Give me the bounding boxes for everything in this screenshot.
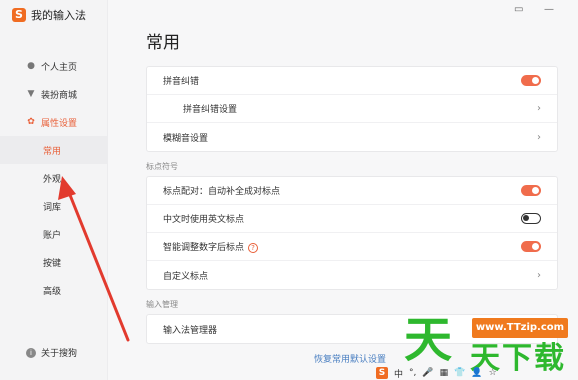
page-title: 常用 [146, 33, 180, 53]
person-icon: ● [27, 61, 35, 71]
setting-row-english-punctuation: 中文时使用英文标点 [147, 205, 557, 233]
chevron-right-icon: › [537, 103, 541, 114]
smart-number-punctuation-toggle[interactable] [521, 241, 541, 252]
section-label-punctuation: 标点符号 [146, 162, 178, 171]
setting-row-fuzzy-pinyin[interactable]: 模糊音设置 › [147, 123, 557, 151]
app-title: 我的输入法 [31, 9, 86, 22]
minimize-icon[interactable]: — [544, 4, 554, 15]
microphone-icon[interactable]: 🎤 [422, 368, 433, 378]
setting-row-smart-number-punctuation: 智能调整数字后标点? [147, 233, 557, 261]
ime-status-bar: S 中 °, 🎤 ▦ 👕 👤 ☆ [376, 366, 497, 380]
sidebar: S 我的输入法 ● 个人主页 ▼ 装扮商城 ✿ 属性设置 常用 外观 词库 账户… [0, 0, 108, 380]
punctuation-settings-card: 标点配对：自动补全成对标点 中文时使用英文标点 智能调整数字后标点? 自定义标点… [146, 176, 558, 290]
section-label-input-management: 输入管理 [146, 300, 178, 309]
auto-pair-punctuation-toggle[interactable] [521, 185, 541, 196]
chinese-mode-icon[interactable]: 中 [394, 367, 403, 380]
sidebar-nav: ● 个人主页 ▼ 装扮商城 ✿ 属性设置 常用 外观 词库 账户 按键 高级 [0, 52, 108, 304]
star-icon[interactable]: ☆ [489, 368, 497, 378]
sidebar-item-label: 属性设置 [41, 118, 78, 129]
english-punctuation-toggle[interactable] [521, 213, 541, 224]
user-icon[interactable]: 👤 [471, 368, 482, 378]
chevron-right-icon: › [537, 131, 541, 143]
setting-label: 模糊音设置 [163, 133, 209, 144]
setting-label: 自定义标点 [163, 271, 209, 282]
sidebar-sub-advanced[interactable]: 高级 [0, 276, 108, 304]
sidebar-sub-dictionary[interactable]: 词库 [0, 192, 108, 220]
help-icon[interactable]: ? [248, 243, 259, 253]
setting-label: 中文时使用英文标点 [163, 215, 245, 225]
setting-label-wrap: 智能调整数字后标点? [163, 240, 259, 253]
chevron-right-icon: › [537, 269, 541, 281]
ime-logo-icon[interactable]: S [376, 367, 388, 379]
sidebar-sub-appearance[interactable]: 外观 [0, 164, 108, 192]
setting-label: 标点配对：自动补全成对标点 [163, 187, 281, 197]
setting-label: 拼音纠错设置 [183, 105, 238, 115]
sidebar-item-profile[interactable]: ● 个人主页 [0, 52, 108, 80]
about-link[interactable]: i 关于搜狗 [26, 346, 77, 359]
setting-row-pinyin-correction-settings[interactable]: 拼音纠错设置 › [147, 95, 557, 123]
info-icon: i [26, 347, 36, 358]
keyboard-icon[interactable]: ▦ [440, 368, 449, 378]
sidebar-item-settings[interactable]: ✿ 属性设置 [0, 108, 108, 136]
pinyin-correction-toggle[interactable] [521, 75, 541, 86]
sidebar-item-label: 个人主页 [41, 62, 78, 73]
setting-label: 输入法管理器 [163, 325, 218, 336]
sidebar-item-skin-store[interactable]: ▼ 装扮商城 [0, 80, 108, 108]
restore-defaults-link[interactable]: 恢复常用默认设置 [314, 352, 386, 365]
sidebar-item-label: 装扮商城 [41, 90, 78, 101]
feedback-icon[interactable]: ▭ [514, 4, 523, 15]
setting-label: 智能调整数字后标点 [163, 243, 245, 253]
shirt-icon: ▼ [27, 89, 35, 99]
pinyin-settings-card: 拼音纠错 拼音纠错设置 › 模糊音设置 › [146, 66, 558, 152]
setting-row-pinyin-correction: 拼音纠错 [147, 67, 557, 95]
setting-row-custom-punctuation[interactable]: 自定义标点 › [147, 261, 557, 289]
skin-icon[interactable]: 👕 [454, 368, 465, 378]
watermark-logo: 天 [404, 312, 453, 368]
settings-icon: ✿ [27, 117, 35, 127]
about-label: 关于搜狗 [41, 349, 78, 359]
setting-row-auto-pair-punctuation: 标点配对：自动补全成对标点 [147, 177, 557, 205]
app-header: S 我的输入法 [12, 7, 86, 23]
sidebar-sub-common[interactable]: 常用 [0, 136, 108, 164]
app-logo-icon: S [12, 8, 26, 22]
punctuation-mode-icon[interactable]: °, [409, 368, 416, 378]
sidebar-sub-account[interactable]: 账户 [0, 220, 108, 248]
watermark-url: www.TTzip.com [472, 318, 568, 338]
setting-label: 拼音纠错 [163, 77, 200, 87]
sidebar-sub-keys[interactable]: 按键 [0, 248, 108, 276]
